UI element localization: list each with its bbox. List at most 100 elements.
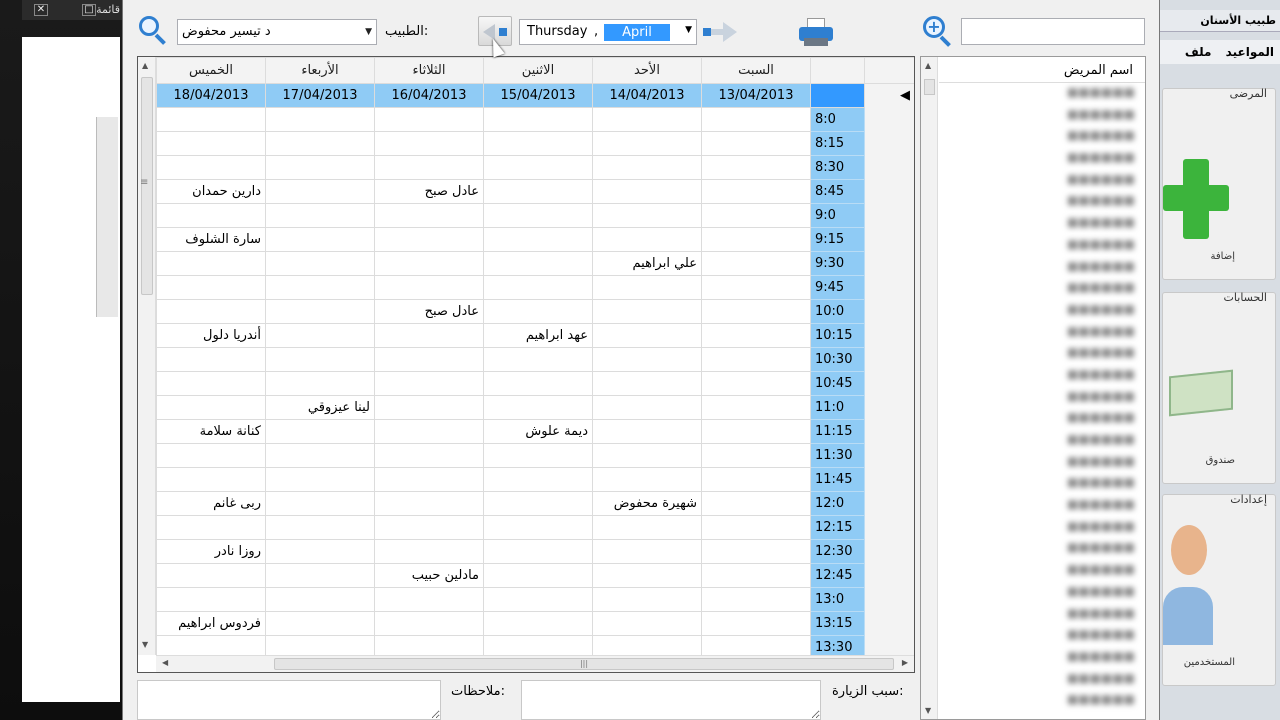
appointment-cell[interactable] <box>374 251 484 276</box>
patient-list-item[interactable]: ■■■■■■ <box>939 540 1145 562</box>
appointment-cell[interactable] <box>483 395 593 420</box>
appointment-cell[interactable] <box>592 611 702 636</box>
appointment-cell[interactable] <box>701 131 811 156</box>
patient-list-item[interactable]: ■■■■■■ <box>939 432 1145 454</box>
appointment-cell[interactable] <box>592 371 702 396</box>
appointment-cell[interactable] <box>592 203 702 228</box>
date-cell[interactable]: 17/04/2013 <box>265 83 375 108</box>
appointment-cell[interactable] <box>701 203 811 228</box>
patient-list-scrollbar[interactable]: ▲ ▼ <box>921 57 938 719</box>
appointment-cell[interactable] <box>701 587 811 612</box>
row-header[interactable] <box>864 251 914 276</box>
appointment-cell[interactable] <box>265 131 375 156</box>
appointment-cell[interactable] <box>265 227 375 252</box>
appointment-cell[interactable]: عادل صبح <box>374 299 484 324</box>
row-header[interactable] <box>864 299 914 324</box>
patient-list-item[interactable]: ■■■■■■ <box>939 237 1145 259</box>
appointment-cell[interactable] <box>156 563 266 588</box>
appointment-cell[interactable]: دارين حمدان <box>156 179 266 204</box>
appointment-cell[interactable] <box>701 251 811 276</box>
patient-list-item[interactable]: ■■■■■■ <box>939 259 1145 281</box>
appointment-cell[interactable] <box>374 611 484 636</box>
time-label[interactable]: 9:15 <box>810 227 865 252</box>
appointment-cell[interactable] <box>701 347 811 372</box>
appointment-cell[interactable] <box>701 539 811 564</box>
appointment-cell[interactable] <box>265 539 375 564</box>
printer-icon[interactable] <box>799 18 833 46</box>
appointment-cell[interactable]: مادلين حبيب <box>374 563 484 588</box>
appointment-cell[interactable]: عادل صبح <box>374 179 484 204</box>
appointment-cell[interactable] <box>156 443 266 468</box>
appointment-cell[interactable] <box>592 131 702 156</box>
appointment-cell[interactable] <box>483 611 593 636</box>
scroll-up-icon[interactable]: ▲ <box>925 61 931 70</box>
row-header[interactable] <box>864 347 914 372</box>
appointment-cell[interactable] <box>483 491 593 516</box>
appointment-cell[interactable] <box>156 635 266 655</box>
appointment-cell[interactable] <box>156 251 266 276</box>
appointment-cell[interactable] <box>701 275 811 300</box>
horizontal-scroll-thumb[interactable]: ||| <box>274 658 894 670</box>
visit-reason-field[interactable] <box>521 680 821 720</box>
time-label[interactable]: 9:45 <box>810 275 865 300</box>
appointment-cell[interactable] <box>374 371 484 396</box>
appointment-cell[interactable]: سارة الشلوف <box>156 227 266 252</box>
day-header[interactable]: السبت <box>701 57 811 84</box>
day-header[interactable]: الأربعاء <box>265 57 375 84</box>
appointment-cell[interactable] <box>374 107 484 132</box>
patient-list-item[interactable]: ■■■■■■ <box>939 649 1145 671</box>
patient-list-item[interactable]: ■■■■■■ <box>939 280 1145 302</box>
patient-list-item[interactable]: ■■■■■■ <box>939 692 1145 714</box>
appointment-cell[interactable] <box>483 587 593 612</box>
appointment-cell[interactable] <box>701 635 811 655</box>
row-header[interactable] <box>864 563 914 588</box>
appointment-cell[interactable] <box>592 467 702 492</box>
appointment-cell[interactable] <box>701 467 811 492</box>
appointment-cell[interactable] <box>374 347 484 372</box>
schedule-horizontal-scrollbar[interactable]: ◀ ||| ▶ <box>156 655 914 672</box>
appointment-cell[interactable] <box>592 395 702 420</box>
date-cell[interactable]: 16/04/2013 <box>374 83 484 108</box>
appointment-cell[interactable] <box>265 155 375 180</box>
patient-list-item[interactable]: ■■■■■■ <box>939 519 1145 541</box>
appointment-cell[interactable] <box>701 299 811 324</box>
appointment-cell[interactable] <box>374 539 484 564</box>
time-label[interactable]: 12:45 <box>810 563 865 588</box>
appointment-cell[interactable] <box>156 275 266 300</box>
patient-list-item[interactable]: ■■■■■■ <box>939 345 1145 367</box>
appointment-cell[interactable] <box>483 107 593 132</box>
appointment-cell[interactable] <box>265 491 375 516</box>
add-plus-icon[interactable] <box>1163 159 1229 239</box>
row-header[interactable] <box>864 635 914 655</box>
patient-list-item[interactable]: ■■■■■■ <box>939 475 1145 497</box>
patient-search-input[interactable] <box>961 18 1145 45</box>
appointment-cell[interactable] <box>374 467 484 492</box>
date-cell[interactable]: 13/04/2013 <box>701 83 811 108</box>
scroll-down-icon[interactable]: ▼ <box>925 706 931 715</box>
appointment-cell[interactable] <box>265 179 375 204</box>
scroll-up-icon[interactable]: ▲ <box>142 61 148 70</box>
appointment-cell[interactable] <box>265 371 375 396</box>
time-label[interactable]: 10:0 <box>810 299 865 324</box>
appointment-cell[interactable] <box>701 107 811 132</box>
patient-name-header[interactable]: اسم المريض <box>939 59 1145 83</box>
time-label[interactable]: 10:45 <box>810 371 865 396</box>
appointment-cell[interactable] <box>592 587 702 612</box>
day-header[interactable]: الخميس <box>156 57 266 84</box>
appointment-cell[interactable] <box>374 635 484 655</box>
search-icon[interactable] <box>139 16 169 46</box>
date-month[interactable]: April <box>604 24 670 41</box>
appointment-cell[interactable] <box>483 203 593 228</box>
patient-list-item[interactable]: ■■■■■■ <box>939 324 1145 346</box>
time-label[interactable]: 11:15 <box>810 419 865 444</box>
patient-list-item[interactable]: ■■■■■■ <box>939 150 1145 172</box>
time-label[interactable]: 11:0 <box>810 395 865 420</box>
date-cell[interactable]: 15/04/2013 <box>483 83 593 108</box>
appointment-cell[interactable] <box>592 539 702 564</box>
appointment-cell[interactable]: شهيرة محفوض <box>592 491 702 516</box>
time-label[interactable]: 12:15 <box>810 515 865 540</box>
doctor-select[interactable]: د تيسير محفوض ▼ <box>177 19 377 45</box>
row-header[interactable] <box>864 371 914 396</box>
date-picker[interactable]: Thursday , April ▼ <box>519 19 697 45</box>
user-icon[interactable] <box>1163 525 1213 645</box>
